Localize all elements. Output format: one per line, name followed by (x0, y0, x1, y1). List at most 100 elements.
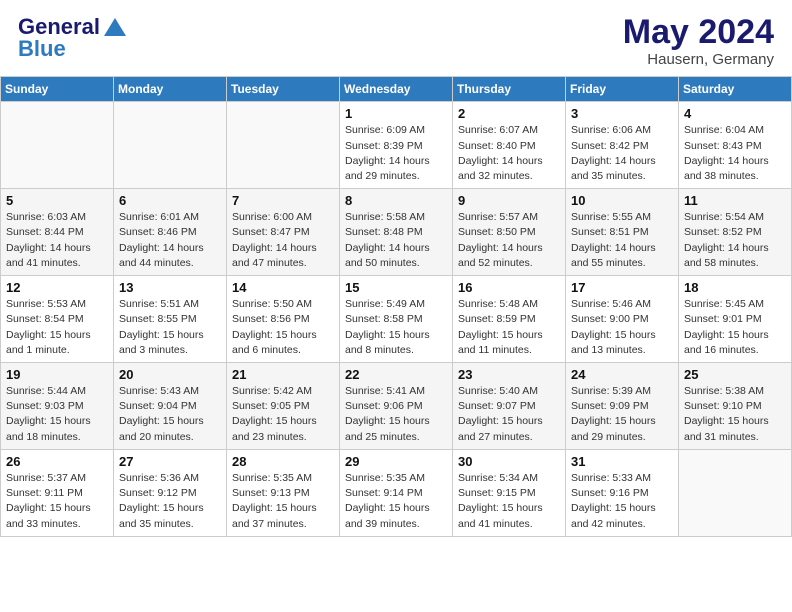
calendar-cell: 1 Sunrise: 6:09 AM Sunset: 8:39 PM Daylig… (340, 102, 453, 189)
day-info: Sunrise: 5:55 AM Sunset: 8:51 PM Dayligh… (571, 210, 673, 271)
calendar-cell: 28 Sunrise: 5:35 AM Sunset: 9:13 PM Dayli… (227, 449, 340, 536)
day-info: Sunrise: 5:46 AM Sunset: 9:00 PM Dayligh… (571, 297, 673, 358)
calendar-cell: 8 Sunrise: 5:58 AM Sunset: 8:48 PM Daylig… (340, 189, 453, 276)
day-number: 29 (345, 454, 447, 469)
calendar-cell: 24Sunrise: 5:39 AM Sunset: 9:09 PM Dayli… (566, 363, 679, 450)
logo: General Blue (18, 14, 126, 62)
day-info: Sunrise: 5:58 AM Sunset: 8:48 PM Dayligh… (345, 210, 447, 271)
calendar-cell: 10 Sunrise: 5:55 AM Sunset: 8:51 PM Dayli… (566, 189, 679, 276)
day-number: 2 (458, 106, 560, 121)
calendar-week-row: 12 Sunrise: 5:53 AM Sunset: 8:54 PM Dayli… (1, 276, 792, 363)
weekday-header-cell: Sunday (1, 77, 114, 102)
calendar-cell: 25 Sunrise: 5:38 AM Sunset: 9:10 PM Dayli… (679, 363, 792, 450)
calendar-cell: 23 Sunrise: 5:40 AM Sunset: 9:07 PM Dayli… (453, 363, 566, 450)
weekday-header-cell: Wednesday (340, 77, 453, 102)
page-header: General Blue May 2024 Hausern, Germany (0, 0, 792, 76)
calendar-cell: 30 Sunrise: 5:34 AM Sunset: 9:15 PM Dayli… (453, 449, 566, 536)
day-info: Sunrise: 5:57 AM Sunset: 8:50 PM Dayligh… (458, 210, 560, 271)
day-number: 26 (6, 454, 108, 469)
logo-blue-text: Blue (18, 36, 66, 61)
calendar-week-row: 19 Sunrise: 5:44 AM Sunset: 9:03 PM Dayli… (1, 363, 792, 450)
calendar-cell: 21 Sunrise: 5:42 AM Sunset: 9:05 PM Dayli… (227, 363, 340, 450)
day-number: 14 (232, 280, 334, 295)
day-info: Sunrise: 5:51 AM Sunset: 8:55 PM Dayligh… (119, 297, 221, 358)
weekday-header-cell: Saturday (679, 77, 792, 102)
day-info: Sunrise: 5:37 AM Sunset: 9:11 PM Dayligh… (6, 471, 108, 532)
title-block: May 2024 Hausern, Germany (623, 14, 774, 68)
calendar-cell (227, 102, 340, 189)
logo-triangle-icon (104, 16, 126, 38)
day-number: 12 (6, 280, 108, 295)
day-number: 20 (119, 367, 221, 382)
day-number: 6 (119, 193, 221, 208)
calendar-week-row: 26 Sunrise: 5:37 AM Sunset: 9:11 PM Dayli… (1, 449, 792, 536)
calendar-cell: 26 Sunrise: 5:37 AM Sunset: 9:11 PM Dayli… (1, 449, 114, 536)
day-number: 13 (119, 280, 221, 295)
calendar-cell: 17 Sunrise: 5:46 AM Sunset: 9:00 PM Dayli… (566, 276, 679, 363)
day-info: Sunrise: 5:40 AM Sunset: 9:07 PM Dayligh… (458, 384, 560, 445)
day-number: 27 (119, 454, 221, 469)
calendar-cell: 7Sunrise: 6:00 AM Sunset: 8:47 PM Daylig… (227, 189, 340, 276)
weekday-header-cell: Tuesday (227, 77, 340, 102)
day-number: 9 (458, 193, 560, 208)
day-number: 25 (684, 367, 786, 382)
day-number: 4 (684, 106, 786, 121)
day-info: Sunrise: 6:00 AM Sunset: 8:47 PM Dayligh… (232, 210, 334, 271)
calendar-cell: 9 Sunrise: 5:57 AM Sunset: 8:50 PM Daylig… (453, 189, 566, 276)
calendar-week-row: 5 Sunrise: 6:03 AM Sunset: 8:44 PM Daylig… (1, 189, 792, 276)
day-info: Sunrise: 5:33 AM Sunset: 9:16 PM Dayligh… (571, 471, 673, 532)
day-number: 28 (232, 454, 334, 469)
calendar-cell: 29Sunrise: 5:35 AM Sunset: 9:14 PM Dayli… (340, 449, 453, 536)
day-info: Sunrise: 5:34 AM Sunset: 9:15 PM Dayligh… (458, 471, 560, 532)
day-info: Sunrise: 6:09 AM Sunset: 8:39 PM Dayligh… (345, 123, 447, 184)
day-info: Sunrise: 5:38 AM Sunset: 9:10 PM Dayligh… (684, 384, 786, 445)
day-info: Sunrise: 6:03 AM Sunset: 8:44 PM Dayligh… (6, 210, 108, 271)
day-info: Sunrise: 5:35 AM Sunset: 9:13 PM Dayligh… (232, 471, 334, 532)
day-number: 31 (571, 454, 673, 469)
calendar-title: May 2024 (623, 14, 774, 51)
calendar-cell (1, 102, 114, 189)
calendar-week-row: 1 Sunrise: 6:09 AM Sunset: 8:39 PM Daylig… (1, 102, 792, 189)
day-info: Sunrise: 5:43 AM Sunset: 9:04 PM Dayligh… (119, 384, 221, 445)
calendar-cell: 16 Sunrise: 5:48 AM Sunset: 8:59 PM Dayli… (453, 276, 566, 363)
day-info: Sunrise: 5:42 AM Sunset: 9:05 PM Dayligh… (232, 384, 334, 445)
day-number: 17 (571, 280, 673, 295)
calendar-cell: 4Sunrise: 6:04 AM Sunset: 8:43 PM Daylig… (679, 102, 792, 189)
calendar-cell: 19 Sunrise: 5:44 AM Sunset: 9:03 PM Dayli… (1, 363, 114, 450)
calendar-cell: 22 Sunrise: 5:41 AM Sunset: 9:06 PM Dayli… (340, 363, 453, 450)
day-number: 11 (684, 193, 786, 208)
day-number: 22 (345, 367, 447, 382)
calendar-cell: 20 Sunrise: 5:43 AM Sunset: 9:04 PM Dayli… (114, 363, 227, 450)
calendar-cell: 2Sunrise: 6:07 AM Sunset: 8:40 PM Daylig… (453, 102, 566, 189)
calendar-cell (114, 102, 227, 189)
calendar-cell: 5 Sunrise: 6:03 AM Sunset: 8:44 PM Daylig… (1, 189, 114, 276)
day-info: Sunrise: 5:41 AM Sunset: 9:06 PM Dayligh… (345, 384, 447, 445)
day-info: Sunrise: 5:44 AM Sunset: 9:03 PM Dayligh… (6, 384, 108, 445)
day-number: 21 (232, 367, 334, 382)
day-number: 30 (458, 454, 560, 469)
day-number: 23 (458, 367, 560, 382)
calendar-cell: 11 Sunrise: 5:54 AM Sunset: 8:52 PM Dayli… (679, 189, 792, 276)
day-number: 10 (571, 193, 673, 208)
calendar-cell: 13 Sunrise: 5:51 AM Sunset: 8:55 PM Dayli… (114, 276, 227, 363)
calendar-table: SundayMondayTuesdayWednesdayThursdayFrid… (0, 76, 792, 536)
day-number: 3 (571, 106, 673, 121)
day-number: 16 (458, 280, 560, 295)
day-number: 24 (571, 367, 673, 382)
day-info: Sunrise: 5:54 AM Sunset: 8:52 PM Dayligh… (684, 210, 786, 271)
calendar-subtitle: Hausern, Germany (623, 51, 774, 68)
day-info: Sunrise: 5:45 AM Sunset: 9:01 PM Dayligh… (684, 297, 786, 358)
day-info: Sunrise: 6:01 AM Sunset: 8:46 PM Dayligh… (119, 210, 221, 271)
day-number: 19 (6, 367, 108, 382)
calendar-cell: 27 Sunrise: 5:36 AM Sunset: 9:12 PM Dayli… (114, 449, 227, 536)
day-number: 18 (684, 280, 786, 295)
day-info: Sunrise: 5:36 AM Sunset: 9:12 PM Dayligh… (119, 471, 221, 532)
weekday-header-cell: Thursday (453, 77, 566, 102)
calendar-cell: 18 Sunrise: 5:45 AM Sunset: 9:01 PM Dayli… (679, 276, 792, 363)
day-number: 1 (345, 106, 447, 121)
day-number: 8 (345, 193, 447, 208)
day-info: Sunrise: 5:53 AM Sunset: 8:54 PM Dayligh… (6, 297, 108, 358)
day-info: Sunrise: 5:48 AM Sunset: 8:59 PM Dayligh… (458, 297, 560, 358)
day-number: 5 (6, 193, 108, 208)
weekday-header-row: SundayMondayTuesdayWednesdayThursdayFrid… (1, 77, 792, 102)
